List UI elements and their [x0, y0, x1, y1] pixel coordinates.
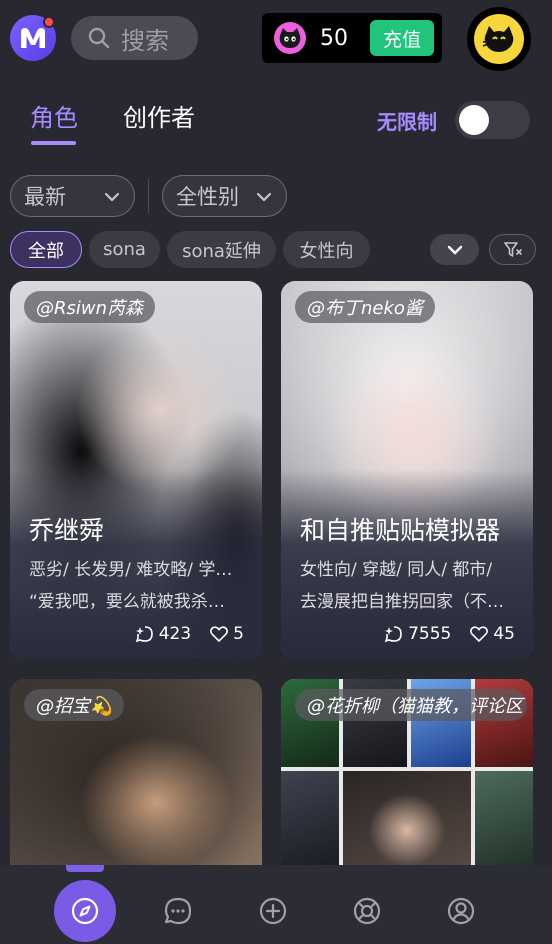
cat-avatar-icon [474, 14, 524, 64]
collage-tile [343, 771, 471, 879]
recharge-button[interactable]: 充值 [370, 20, 434, 56]
cat-coin-icon [274, 22, 306, 54]
collage-tile [475, 771, 533, 879]
sort-dropdown[interactable]: 最新 [10, 175, 135, 217]
character-card[interactable]: @招宝💫 [10, 679, 262, 879]
heart-icon[interactable] [209, 625, 229, 643]
clear-filter-button[interactable] [489, 234, 536, 265]
card-stats: 7555 45 [384, 624, 515, 644]
chip-female-oriented[interactable]: 女性向 [283, 231, 370, 268]
character-card[interactable]: @花折柳（猫猫教，评论区 [281, 679, 533, 879]
chat-bubble-icon [164, 897, 192, 925]
plus-circle-icon [259, 897, 287, 925]
unlimited-toggle[interactable] [455, 101, 530, 139]
filter-clear-icon [503, 241, 522, 257]
nav-explore[interactable] [54, 880, 116, 942]
compass-icon [71, 897, 99, 925]
card-author[interactable]: @Rsiwn芮森 [24, 291, 156, 323]
nav-chat[interactable] [147, 880, 209, 942]
like-count: 5 [233, 624, 244, 644]
coin-balance: 50 充值 [262, 13, 442, 63]
card-stats: 423 5 [135, 624, 244, 644]
nav-profile[interactable] [430, 880, 492, 942]
card-tags: 女性向/ 穿越/ 同人/ 都市/ [300, 560, 493, 580]
gender-dropdown-label: 全性别 [176, 185, 239, 209]
like-count: 45 [493, 624, 515, 644]
unlimited-label: 无限制 [377, 110, 437, 134]
search-placeholder: 搜索 [121, 26, 169, 55]
top-bar: 搜索 50 充值 [0, 0, 552, 76]
tab-roles[interactable]: 角色 [30, 98, 78, 133]
search-icon [88, 27, 110, 49]
toggle-knob [459, 105, 489, 135]
chip-sona[interactable]: sona [89, 231, 160, 268]
chevron-down-icon [104, 192, 120, 202]
character-card[interactable]: @布丁neko酱 和自推贴贴模拟器 女性向/ 穿越/ 同人/ 都市/ 去漫展把自… [281, 281, 533, 659]
search-input[interactable]: 搜索 [71, 16, 198, 60]
notification-dot [43, 16, 55, 28]
nav-support[interactable] [336, 880, 398, 942]
card-author[interactable]: @招宝💫 [24, 689, 125, 721]
card-tags: 恶劣/ 长发男/ 难攻略/ 学生 / [29, 560, 239, 580]
expand-chips-button[interactable] [430, 234, 479, 265]
collage-tile [281, 771, 339, 879]
logo-m-glyph [21, 28, 45, 48]
chevron-down-icon [447, 245, 462, 255]
nav-active-indicator [66, 865, 104, 872]
chip-all[interactable]: 全部 [10, 231, 82, 268]
coin-count: 50 [320, 25, 348, 51]
card-author[interactable]: @布丁neko酱 [295, 291, 435, 323]
tab-creators[interactable]: 创作者 [123, 98, 195, 133]
chip-sona-extended[interactable]: sona延伸 [167, 231, 276, 268]
chat-count: 7555 [408, 624, 452, 644]
chat-sparkle-icon [384, 626, 402, 643]
card-author[interactable]: @花折柳（猫猫教，评论区 [295, 689, 527, 721]
character-card[interactable]: @Rsiwn芮森 乔继舜 恶劣/ 长发男/ 难攻略/ 学生 / “爱我吧，要么就… [10, 281, 262, 659]
heart-icon[interactable] [469, 625, 489, 643]
avatar[interactable] [467, 7, 531, 71]
chat-sparkle-icon [135, 626, 153, 643]
card-quote: “爱我吧，要么就被我杀死。” [29, 592, 239, 612]
lifebuoy-icon [353, 897, 381, 925]
chat-count: 423 [158, 624, 192, 644]
user-icon [447, 897, 475, 925]
active-tab-indicator [31, 141, 76, 145]
card-title: 和自推贴贴模拟器 [300, 516, 501, 545]
filter-divider [148, 179, 149, 213]
card-quote: 去漫展把自推拐回家（不是） [300, 592, 510, 612]
gender-dropdown[interactable]: 全性别 [162, 175, 287, 217]
nav-create[interactable] [242, 880, 304, 942]
card-title: 乔继舜 [29, 516, 105, 545]
app-logo-icon[interactable] [10, 15, 56, 61]
chevron-down-icon [256, 192, 272, 202]
sort-dropdown-label: 最新 [24, 185, 66, 209]
